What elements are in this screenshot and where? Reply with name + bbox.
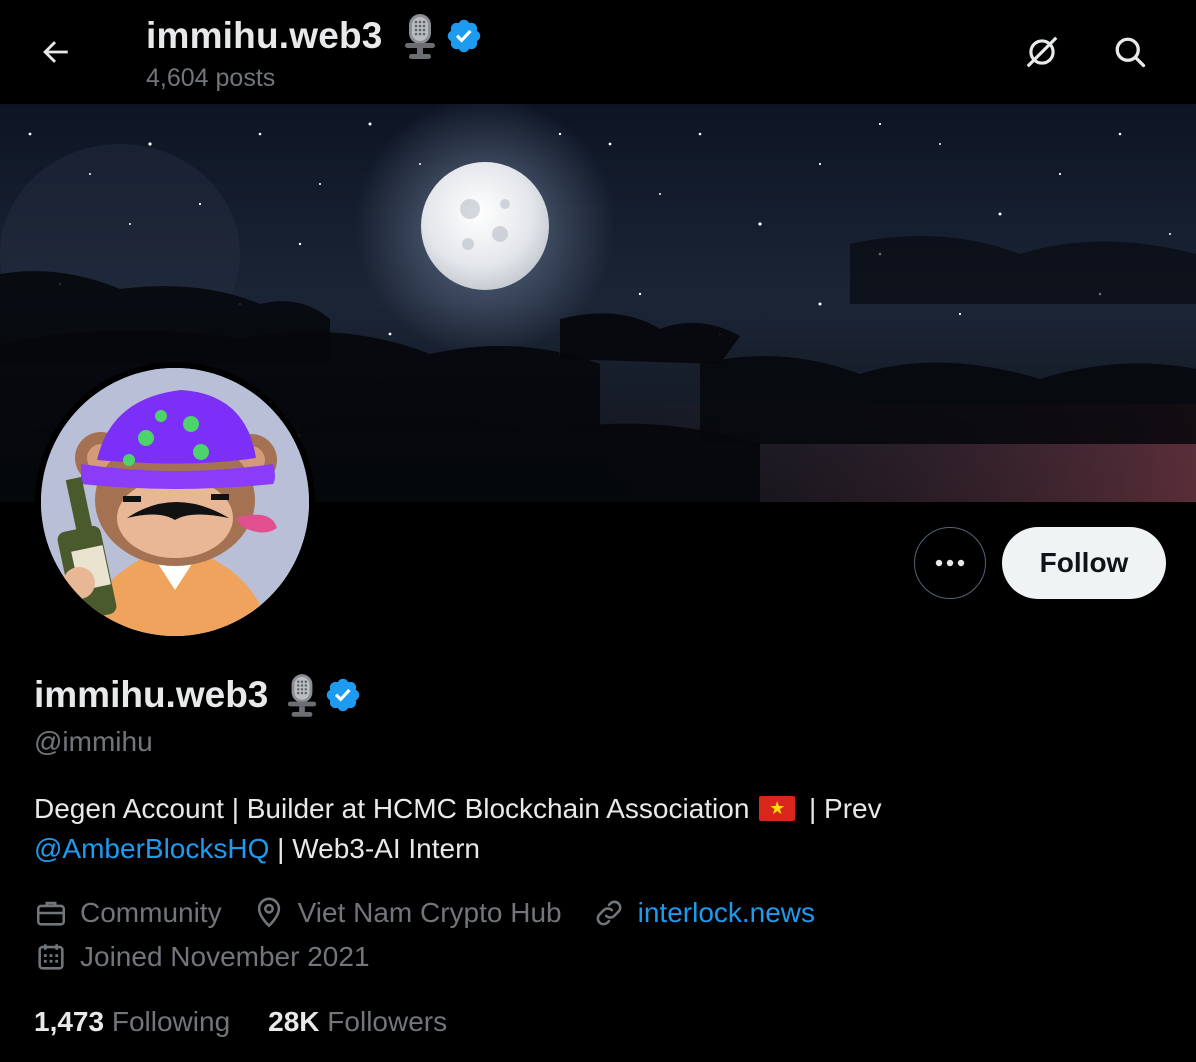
microphone-icon (404, 14, 435, 59)
profile-joined: Joined November 2021 (34, 940, 370, 974)
header-display-name: immihu.web3 (146, 15, 383, 56)
profile-category: Community (34, 896, 222, 930)
follow-button[interactable]: Follow (1002, 527, 1166, 599)
header-title-row: immihu.web3 (146, 12, 483, 60)
profile-name-row: immihu.web3 (34, 672, 362, 718)
website-link[interactable]: interlock.news (638, 897, 815, 929)
profile-location: Viet Nam Crypto Hub (252, 896, 562, 930)
bio-text-role: | Web3-AI Intern (269, 833, 481, 864)
joined-label: Joined November 2021 (80, 941, 370, 972)
verified-badge-icon[interactable] (324, 676, 362, 714)
following-link[interactable]: 1,473 Following (34, 1006, 230, 1038)
microphone-icon (288, 674, 317, 717)
location-pin-icon (257, 897, 280, 928)
followers-link[interactable]: 28K Followers (268, 1006, 447, 1038)
profile-meta-row: Community Viet Nam Crypto Hub interlock.… (34, 896, 845, 930)
back-button[interactable] (30, 30, 80, 74)
category-label: Community (80, 897, 222, 928)
verified-badge-icon (447, 19, 480, 53)
arrow-left-icon (43, 41, 68, 63)
search-button[interactable] (1104, 26, 1156, 78)
bio-mention-link[interactable]: @AmberBlocksHQ (34, 833, 269, 864)
more-dots-icon (935, 559, 965, 567)
search-icon (1115, 37, 1146, 68)
following-label: Following (111, 1006, 231, 1037)
avatar-image (41, 368, 309, 636)
profile-bio: Degen Account | Builder at HCMC Blockcha… (34, 789, 1154, 869)
avatar[interactable] (35, 362, 315, 642)
bio-text-prev: | Prev (801, 793, 882, 824)
grok-icon (1026, 36, 1058, 68)
profile-website[interactable]: interlock.news (592, 896, 815, 930)
followers-label: Followers (327, 1006, 448, 1037)
top-bar: immihu.web3 4,604 posts (0, 0, 1196, 104)
profile-joined-row: Joined November 2021 (34, 940, 400, 974)
profile-display-name: immihu.web3 (34, 674, 269, 715)
calendar-icon (38, 944, 64, 970)
grok-button[interactable] (1016, 26, 1068, 78)
link-icon (596, 900, 621, 926)
followers-count: 28K (268, 1006, 320, 1037)
vietnam-flag-icon: ★ (759, 796, 796, 821)
header-posts-count: 4,604 posts (146, 64, 276, 92)
profile-handle: @immihu (34, 726, 153, 757)
briefcase-icon (36, 901, 66, 926)
bio-text: Degen Account | Builder at HCMC Blockcha… (34, 793, 758, 824)
profile-stats: 1,473 Following 28K Followers (34, 1006, 485, 1038)
location-label: Viet Nam Crypto Hub (297, 897, 562, 928)
following-count: 1,473 (34, 1006, 105, 1037)
more-options-button[interactable] (914, 527, 986, 599)
